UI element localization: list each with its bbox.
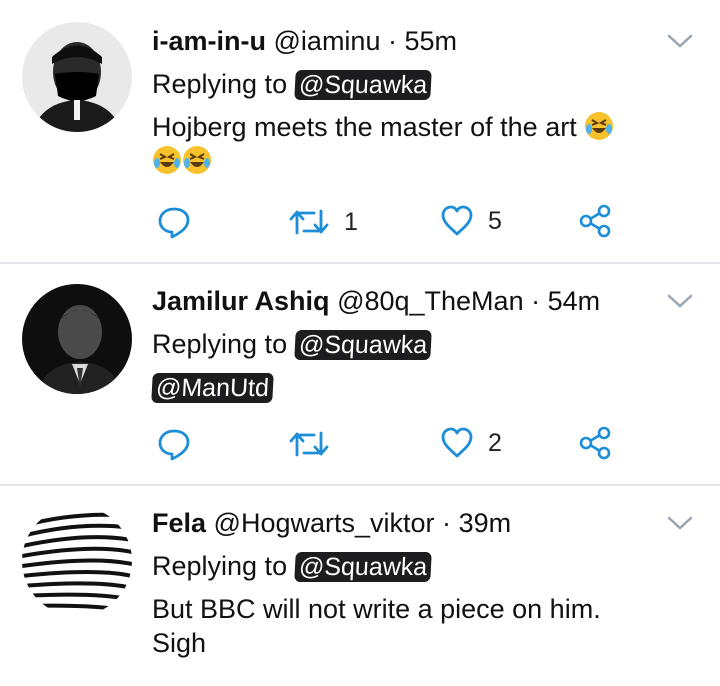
- avatar[interactable]: [22, 506, 132, 616]
- replying-to-mention[interactable]: @Squawka: [293, 330, 432, 360]
- timestamp[interactable]: 39m: [459, 508, 512, 538]
- replying-to-mention[interactable]: @Squawka: [293, 70, 432, 100]
- chevron-down-icon[interactable]: [666, 514, 694, 532]
- user-handle[interactable]: @iaminu: [274, 26, 381, 56]
- replying-to-label: Replying to: [152, 551, 288, 581]
- rofl-emoji-icon: [152, 145, 182, 175]
- reply-button[interactable]: [156, 426, 192, 462]
- timestamp[interactable]: 55m: [405, 26, 458, 56]
- chevron-down-icon[interactable]: [666, 292, 694, 310]
- replying-to-label: Replying to: [152, 329, 288, 359]
- user-handle[interactable]: @80q_TheMan: [337, 286, 524, 316]
- timestamp[interactable]: 54m: [548, 286, 601, 316]
- separator: ·: [387, 26, 397, 56]
- replying-to-label: Replying to: [152, 69, 288, 99]
- chevron-down-icon[interactable]: [666, 32, 694, 50]
- tweet-text: @ManUtd: [151, 370, 700, 404]
- replying-to: Replying to @Squawka: [152, 327, 700, 361]
- tweet-header: i-am-in-u @iaminu · 55m: [152, 24, 700, 58]
- tweet-text: Hojberg meets the master of the art: [152, 110, 700, 178]
- display-name[interactable]: i-am-in-u: [152, 26, 266, 56]
- tweet[interactable]: Fela @Hogwarts_viktor · 39m Replying to …: [0, 486, 720, 686]
- reply-button[interactable]: [156, 204, 192, 240]
- replying-to: Replying to @Squawka: [152, 67, 700, 101]
- display-name[interactable]: Fela: [152, 508, 206, 538]
- tweet-actions: 1 5: [156, 204, 626, 244]
- user-handle[interactable]: @Hogwarts_viktor: [214, 508, 435, 538]
- like-count: 2: [488, 428, 502, 457]
- share-button[interactable]: [578, 204, 612, 238]
- separator: ·: [531, 286, 541, 316]
- avatar[interactable]: [22, 22, 132, 132]
- replying-to-mention[interactable]: @Squawka: [293, 552, 432, 582]
- avatar[interactable]: [22, 284, 132, 394]
- like-count: 5: [488, 206, 502, 235]
- tweet-header: Fela @Hogwarts_viktor · 39m: [152, 506, 700, 540]
- retweet-count: 1: [344, 207, 358, 236]
- rofl-emoji-icon: [182, 145, 212, 175]
- tweet[interactable]: i-am-in-u @iaminu · 55m Replying to @Squ…: [0, 0, 720, 262]
- retweet-button[interactable]: [288, 426, 330, 462]
- like-button[interactable]: 2: [440, 426, 502, 460]
- retweet-button[interactable]: 1: [288, 204, 358, 240]
- tweet-text-line: Sigh: [152, 628, 207, 658]
- tweet-text: But BBC will not write a piece on him. S…: [152, 592, 700, 660]
- separator: ·: [442, 508, 452, 538]
- like-button[interactable]: 5: [440, 204, 502, 238]
- replying-to: Replying to @Squawka: [152, 549, 700, 583]
- tweet-actions: 2: [156, 426, 626, 466]
- display-name[interactable]: Jamilur Ashiq: [152, 286, 330, 316]
- mention-link[interactable]: @ManUtd: [151, 373, 274, 403]
- tweet-text-line: But BBC will not write a piece on him.: [152, 594, 601, 624]
- tweet-header: Jamilur Ashiq @80q_TheMan · 54m: [152, 284, 700, 318]
- tweet-text-body: Hojberg meets the master of the art: [152, 112, 577, 142]
- share-button[interactable]: [578, 426, 612, 460]
- tweet[interactable]: Jamilur Ashiq @80q_TheMan · 54m Replying…: [0, 264, 720, 484]
- rofl-emoji-icon: [584, 111, 614, 141]
